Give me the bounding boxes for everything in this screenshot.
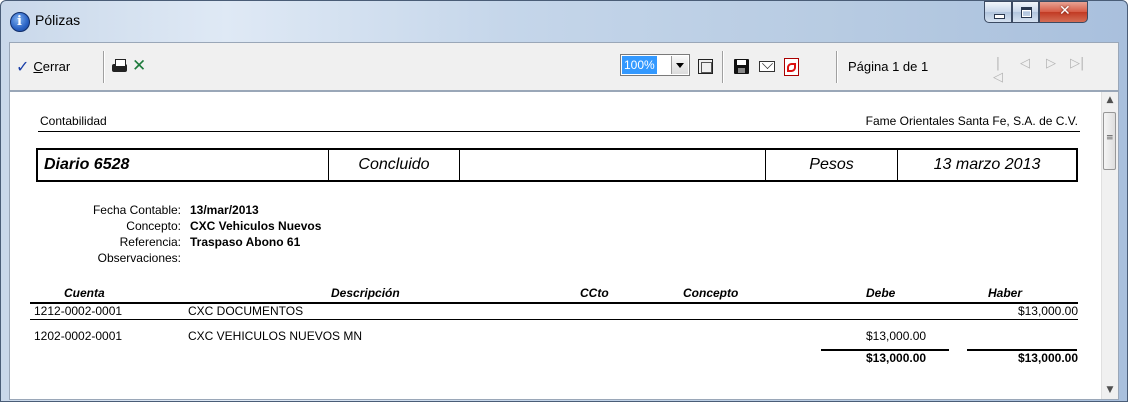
column-header-cuenta: Cuenta (64, 286, 105, 300)
column-header-debe: Debe (866, 286, 896, 300)
close-icon: ✕ (1059, 3, 1071, 19)
export-pdf-button[interactable] (784, 43, 799, 90)
first-page-icon[interactable]: |◁ (991, 57, 1005, 85)
journal-header-box: Diario 6528 Concluido Pesos 13 marzo 201… (36, 148, 1078, 182)
chevron-down-icon[interactable] (671, 56, 688, 74)
info-icon (10, 12, 30, 32)
detail-label: Observaciones: (97, 251, 181, 265)
column-header-ccto: CCto (580, 286, 609, 300)
report-page: Contabilidad Fame Orientales Santa Fe, S… (10, 92, 1100, 399)
zoom-value: 100% (622, 56, 657, 74)
total-haber: $13,000.00 (1017, 351, 1078, 365)
checkmark-icon: ✓ (16, 57, 30, 76)
email-button[interactable] (759, 43, 775, 90)
toolbar-separator (836, 51, 838, 83)
minimize-button[interactable] (984, 1, 1012, 23)
detail-value: Traspaso Abono 61 (190, 235, 301, 249)
table-row-divider (30, 319, 1078, 320)
last-page-icon[interactable]: ▷| (1070, 57, 1084, 71)
table-cell-cuenta: 1212-0002-0001 (34, 304, 123, 318)
toolbar: ✓ Cerrar ✕ 100% Página 1 de 1 |◁ ◁ ▷ ▷| (9, 42, 1119, 91)
export-excel-button[interactable]: ✕ (132, 43, 146, 90)
title-bar[interactable]: Pólizas ✕ (1, 1, 1127, 41)
report-section-title: Contabilidad (40, 114, 107, 128)
app-window: Pólizas ✕ ✓ Cerrar ✕ 100% (0, 0, 1128, 402)
table-cell-descripcion: CXC DOCUMENTOS (188, 304, 304, 318)
close-report-label: Cerrar (33, 59, 71, 74)
journal-currency: Pesos (765, 150, 897, 180)
page-indicator: Página 1 de 1 (848, 59, 929, 74)
table-cell-descripcion: CXC VEHICULOS NUEVOS MN (188, 329, 363, 343)
page-view-button[interactable] (698, 43, 713, 90)
journal-name: Diario 6528 (44, 156, 130, 173)
column-header-descripcion: Descripción (331, 286, 400, 300)
close-report-button[interactable]: ✓ Cerrar (16, 43, 70, 90)
journal-date: 13 marzo 2013 (897, 150, 1076, 180)
table-cell-cuenta: 1202-0002-0001 (34, 329, 123, 343)
scroll-down-icon[interactable]: ▼ (1102, 382, 1118, 399)
detail-value: 13/mar/2013 (190, 203, 259, 217)
journal-empty-cell (459, 150, 765, 180)
scrollbar-thumb[interactable] (1103, 112, 1116, 170)
total-debe: $13,000.00 (866, 351, 927, 365)
column-header-haber: Haber (988, 286, 1023, 300)
company-name: Fame Orientales Santa Fe, S.A. de C.V. (865, 114, 1078, 128)
printer-icon (111, 59, 128, 74)
detail-label: Concepto: (126, 219, 181, 233)
report-viewer[interactable]: Contabilidad Fame Orientales Santa Fe, S… (9, 91, 1119, 400)
next-page-icon[interactable]: ▷ (1044, 57, 1058, 71)
detail-label: Fecha Contable: (92, 203, 181, 217)
table-cell-haber: $13,000.00 (1017, 304, 1078, 318)
zoom-select[interactable]: 100% (620, 54, 690, 76)
vertical-scrollbar[interactable]: ▲ ▼ (1101, 92, 1118, 399)
page-view-icon (698, 59, 713, 74)
excel-icon: ✕ (132, 56, 147, 76)
toolbar-separator (722, 51, 724, 83)
print-button[interactable] (111, 43, 128, 90)
detail-value: CXC Vehiculos Nuevos (190, 219, 322, 233)
header-divider (38, 131, 1080, 132)
maximize-button[interactable] (1012, 1, 1039, 23)
close-window-button[interactable]: ✕ (1039, 1, 1088, 23)
detail-label: Referencia: (119, 235, 181, 249)
previous-page-icon[interactable]: ◁ (1018, 57, 1032, 71)
scroll-up-icon[interactable]: ▲ (1102, 92, 1118, 109)
floppy-disk-icon (734, 59, 749, 74)
window-title: Pólizas (35, 12, 81, 28)
envelope-icon (759, 61, 775, 72)
toolbar-separator (103, 51, 105, 83)
pdf-icon (784, 57, 799, 76)
journal-status: Concluido (328, 150, 459, 180)
table-cell-debe: $13,000.00 (866, 329, 927, 343)
column-header-concepto: Concepto (683, 286, 739, 300)
save-button[interactable] (734, 43, 749, 90)
